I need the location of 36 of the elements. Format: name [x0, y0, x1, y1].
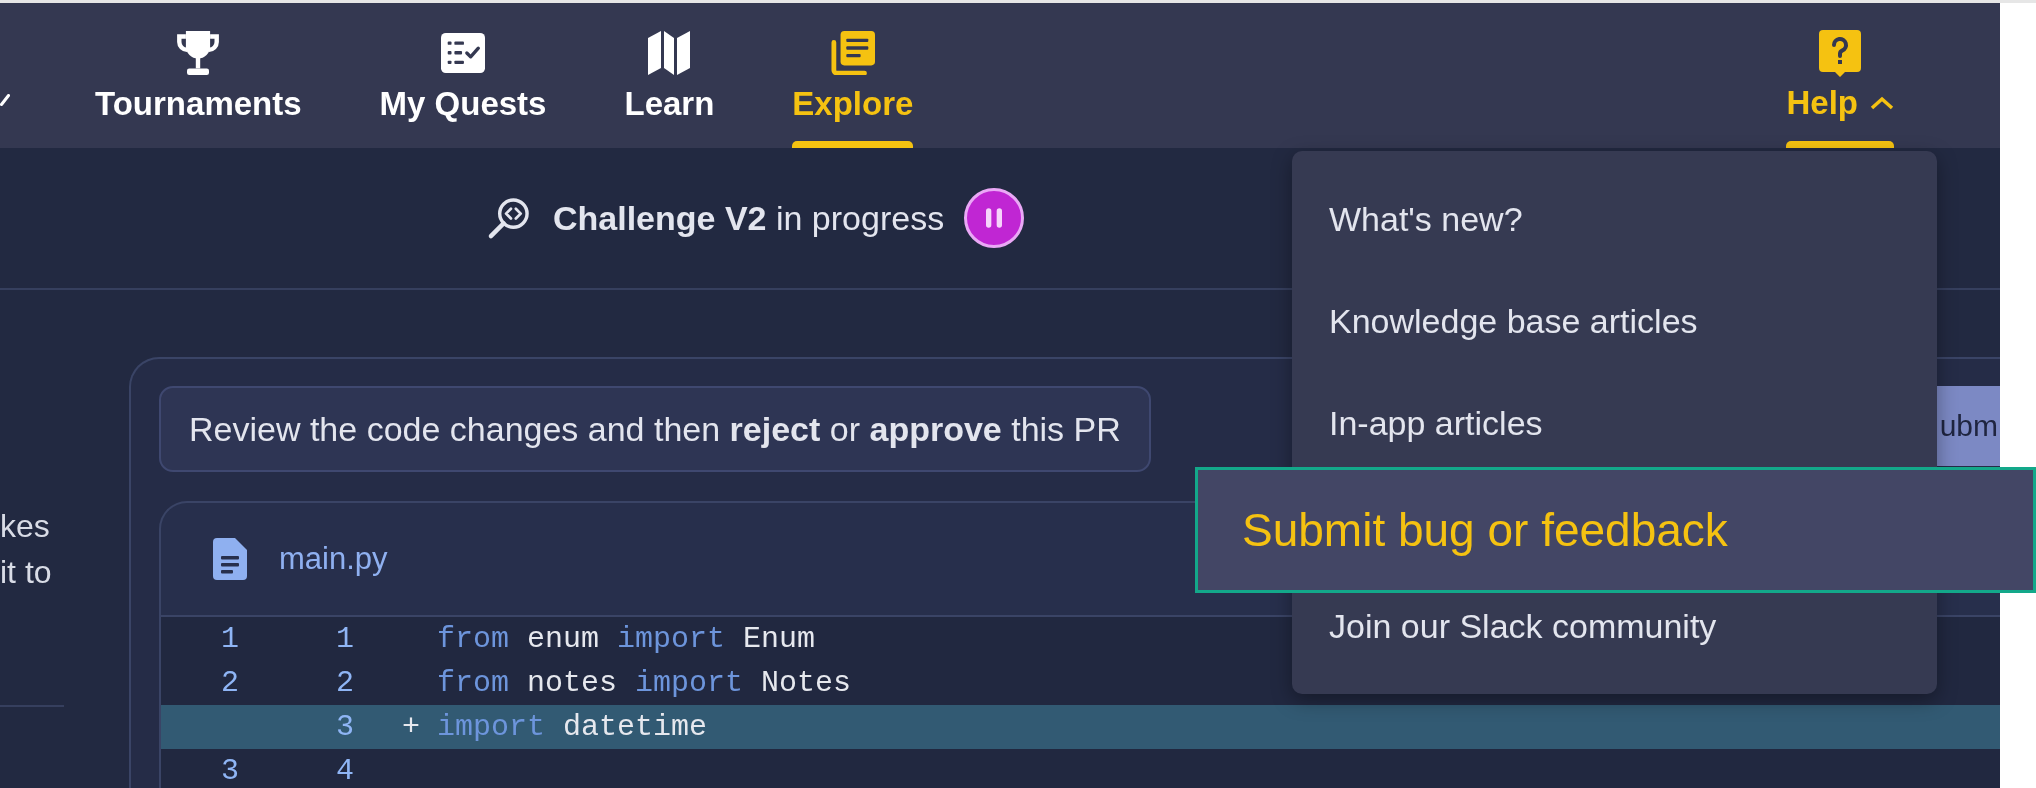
- menu-item[interactable]: Submit bug or feedback: [1195, 467, 2036, 593]
- nav-tab[interactable]: Tournaments: [95, 3, 302, 148]
- challenge-status: Challenge V2 in progress: [553, 198, 945, 238]
- file-icon: [213, 538, 247, 580]
- chevron-icon: [0, 94, 10, 106]
- line-number: 1: [336, 622, 354, 656]
- line-number: 1: [221, 622, 239, 656]
- side-panel-text: kes it to: [0, 507, 52, 592]
- trophy-icon: [176, 31, 221, 75]
- file-name: main.py: [279, 541, 388, 577]
- help-icon: [1819, 30, 1862, 78]
- diff-sign: +: [402, 710, 420, 744]
- action-button[interactable]: ubm: [1934, 386, 2000, 466]
- line-number: 2: [336, 666, 354, 700]
- line-number: 4: [336, 754, 354, 788]
- nav-tab[interactable]: Explore: [792, 3, 914, 148]
- checklist-icon: [441, 31, 485, 75]
- menu-item[interactable]: Knowledge base articles: [1292, 288, 1937, 354]
- map-icon: [647, 31, 692, 75]
- chevron-up-icon: [1870, 96, 1894, 110]
- code-line: from enum import Enum: [437, 622, 816, 656]
- menu-item[interactable]: Join our Slack community: [1292, 593, 1937, 659]
- menu-item[interactable]: What's new?: [1292, 186, 1937, 252]
- stacked-documents-icon: [830, 31, 875, 75]
- menu-item[interactable]: In-app articles: [1292, 390, 1937, 456]
- help-tab[interactable]: Help: [1780, 3, 1900, 148]
- line-number: 3: [336, 710, 354, 744]
- line-number: 2: [221, 666, 239, 700]
- pause-icon: [986, 208, 1003, 228]
- nav-tab[interactable]: Learn: [624, 3, 715, 148]
- instruction-banner: Review the code changes and then reject or approve this PR: [159, 386, 1151, 472]
- line-number: 3: [221, 754, 239, 788]
- code-search-icon: [487, 196, 530, 240]
- code-line: from notes import Notes: [437, 666, 852, 700]
- nav-tab[interactable]: My Quests: [379, 3, 547, 148]
- code-line: import datetime: [437, 710, 708, 744]
